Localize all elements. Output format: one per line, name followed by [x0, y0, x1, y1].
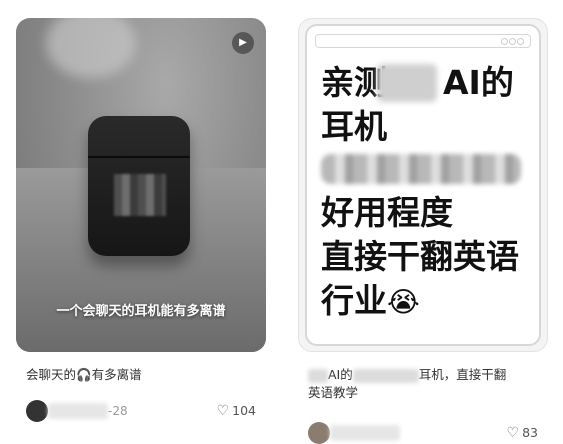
overlay-text-line2: 耳机 [321, 107, 387, 146]
heart-outline-icon: ♡ [216, 403, 230, 419]
author-name-blurred[interactable] [48, 403, 108, 419]
headphone-icon: 🎧 [76, 367, 92, 382]
background-blur [46, 18, 136, 78]
card-2-title[interactable]: AI的 耳机，直接干翻 英语教学 [308, 366, 540, 402]
video-caption: 一个会聊天的耳机能有多离谱 [56, 304, 226, 319]
browser-bar [315, 34, 531, 48]
post-date: -28 [108, 404, 128, 418]
card-1-author-row: -28 ♡ 104 [26, 400, 266, 422]
like-count: 83 [522, 425, 538, 440]
mosaic-blur [308, 368, 328, 383]
heart-outline-icon: ♡ [506, 425, 520, 441]
earbuds-case-image [88, 116, 190, 256]
mosaic-blur [321, 154, 521, 184]
author-name-blurred[interactable] [330, 425, 400, 441]
card-1-title[interactable]: 会聊天的🎧有多离谱 [26, 366, 258, 384]
play-icon[interactable]: ▶ [232, 32, 254, 54]
card-1-cover[interactable]: ▶ 一个会聊天的耳机能有多离谱 [16, 18, 266, 352]
mosaic-blur [114, 174, 166, 216]
phone-mockup-frame: 亲测 AI的 耳机 好用程度 直接干翻英语 行业😭 [305, 24, 541, 346]
like-button[interactable]: ♡ 104 [217, 403, 256, 419]
overlay-text-line6: 行业😭 [321, 281, 420, 320]
card-2-author-row: ♡ 83 [308, 422, 548, 444]
avatar[interactable] [26, 400, 48, 422]
card-2-cover[interactable]: 亲测 AI的 耳机 好用程度 直接干翻英语 行业😭 [298, 18, 548, 352]
overlay-text-line4: 好用程度 [321, 193, 453, 232]
avatar[interactable] [308, 422, 330, 444]
like-button[interactable]: ♡ 83 [507, 425, 538, 441]
like-count: 104 [232, 403, 256, 418]
mosaic-blur [352, 368, 419, 383]
mosaic-blur [377, 64, 437, 102]
overlay-text-line5: 直接干翻英语 [321, 237, 519, 276]
crying-emoji-icon: 😭 [387, 285, 420, 319]
